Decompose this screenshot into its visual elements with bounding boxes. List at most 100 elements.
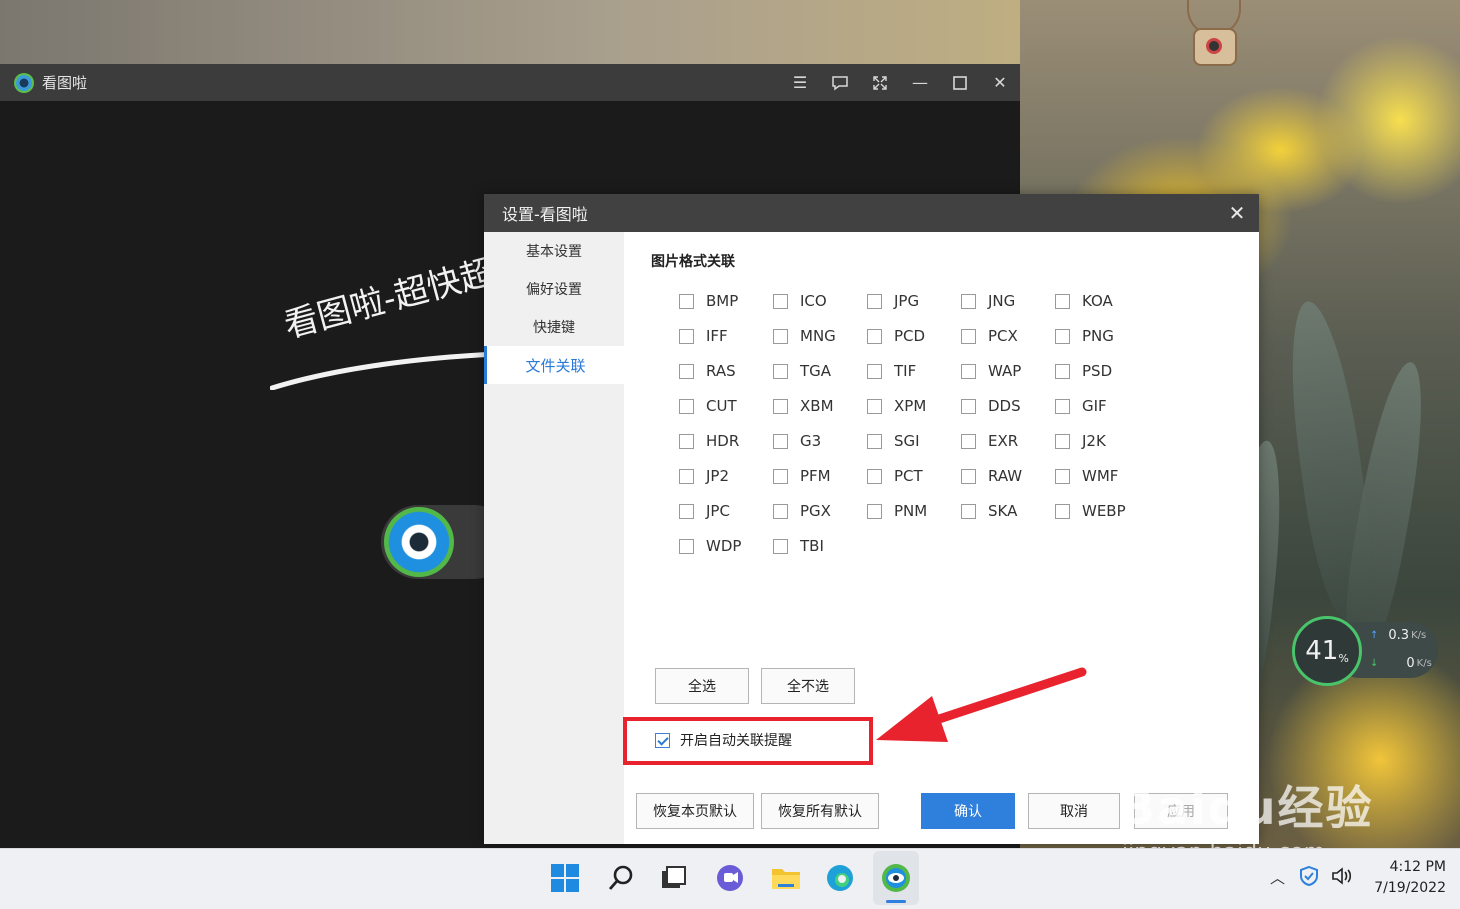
volume-icon[interactable] [1330,865,1354,891]
format-checkbox[interactable] [867,433,882,449]
network-speed-widget[interactable]: 41 % ↑ 0.3 K/s ↓ 0 K/s [1292,616,1438,686]
format-checkbox[interactable] [679,503,694,519]
minimize-icon[interactable]: — [900,64,940,101]
format-option[interactable]: WAP [961,360,1021,382]
format-checkbox[interactable] [961,398,976,414]
format-checkbox[interactable] [867,293,882,309]
format-checkbox[interactable] [679,538,694,554]
format-checkbox[interactable] [961,503,976,519]
file-explorer-icon[interactable] [769,861,803,895]
format-option[interactable]: PNM [867,500,927,522]
format-option[interactable]: JP2 [679,465,729,487]
format-option[interactable]: TGA [773,360,831,382]
security-shield-icon[interactable] [1298,865,1320,891]
chat-icon[interactable] [713,861,747,895]
close-icon[interactable]: ✕ [980,64,1020,101]
format-checkbox[interactable] [961,328,976,344]
format-checkbox[interactable] [679,293,694,309]
format-checkbox[interactable] [867,468,882,484]
format-checkbox[interactable] [961,468,976,484]
format-option[interactable]: KOA [1055,290,1113,312]
format-checkbox[interactable] [773,328,788,344]
format-option[interactable]: ICO [773,290,827,312]
format-checkbox[interactable] [1055,328,1070,344]
format-option[interactable]: G3 [773,430,821,452]
dialog-close-icon[interactable]: ✕ [1215,194,1259,232]
restore-all-default-button[interactable]: 恢复所有默认 [761,793,879,829]
format-option[interactable]: WMF [1055,465,1118,487]
edge-browser-icon[interactable] [823,861,857,895]
format-option[interactable]: BMP [679,290,738,312]
format-option[interactable]: PNG [1055,325,1114,347]
format-checkbox[interactable] [773,538,788,554]
sidebar-item-basic[interactable]: 基本设置 [484,232,624,270]
format-option[interactable]: IFF [679,325,728,347]
format-checkbox[interactable] [1055,433,1070,449]
system-clock[interactable]: 4:12 PM 7/19/2022 [1366,857,1446,899]
restore-page-default-button[interactable]: 恢复本页默认 [636,793,754,829]
format-option[interactable]: PFM [773,465,831,487]
format-checkbox[interactable] [773,293,788,309]
task-view-icon[interactable] [656,861,690,895]
format-checkbox[interactable] [773,468,788,484]
format-option[interactable]: DDS [961,395,1021,417]
format-option[interactable]: CUT [679,395,737,417]
dialog-titlebar[interactable]: 设置-看图啦 ✕ [484,194,1259,232]
format-option[interactable]: JPC [679,500,730,522]
format-checkbox[interactable] [773,433,788,449]
format-checkbox[interactable] [679,468,694,484]
format-checkbox[interactable] [1055,363,1070,379]
format-option[interactable]: PCX [961,325,1018,347]
sidebar-item-file-association[interactable]: 文件关联 [484,346,624,384]
start-icon[interactable] [548,861,582,895]
format-option[interactable]: XPM [867,395,926,417]
format-option[interactable]: JPG [867,290,919,312]
format-checkbox[interactable] [867,503,882,519]
format-checkbox[interactable] [679,433,694,449]
format-checkbox[interactable] [961,433,976,449]
select-none-button[interactable]: 全不选 [761,668,855,704]
format-option[interactable]: HDR [679,430,739,452]
format-checkbox[interactable] [961,293,976,309]
sidebar-item-shortcuts[interactable]: 快捷键 [484,308,624,346]
format-checkbox[interactable] [1055,503,1070,519]
format-option[interactable]: RAS [679,360,736,382]
format-option[interactable]: WDP [679,535,741,557]
format-checkbox[interactable] [1055,398,1070,414]
format-checkbox[interactable] [773,398,788,414]
format-checkbox[interactable] [773,363,788,379]
format-checkbox[interactable] [679,363,694,379]
menu-icon[interactable]: ☰ [780,64,820,101]
format-checkbox[interactable] [1055,293,1070,309]
sidebar-item-preferences[interactable]: 偏好设置 [484,270,624,308]
viewer-titlebar[interactable]: 看图啦 ☰ — ✕ [0,64,1020,101]
format-option[interactable]: TIF [867,360,916,382]
format-checkbox[interactable] [679,328,694,344]
format-option[interactable]: TBI [773,535,824,557]
format-option[interactable]: PSD [1055,360,1112,382]
kantula-app-icon[interactable] [879,861,913,895]
format-option[interactable]: PGX [773,500,831,522]
format-option[interactable]: JNG [961,290,1015,312]
format-option[interactable]: PCT [867,465,923,487]
format-checkbox[interactable] [773,503,788,519]
format-option[interactable]: RAW [961,465,1022,487]
format-option[interactable]: GIF [1055,395,1107,417]
confirm-button[interactable]: 确认 [921,793,1015,829]
format-option[interactable]: SKA [961,500,1017,522]
format-option[interactable]: J2K [1055,430,1106,452]
search-icon[interactable] [604,861,638,895]
format-checkbox[interactable] [1055,468,1070,484]
maximize-icon[interactable] [940,64,980,101]
format-option[interactable]: WEBP [1055,500,1126,522]
format-option[interactable]: MNG [773,325,836,347]
format-checkbox[interactable] [679,398,694,414]
format-checkbox[interactable] [867,328,882,344]
select-all-button[interactable]: 全选 [655,668,749,704]
cancel-button[interactable]: 取消 [1028,793,1120,829]
format-option[interactable]: SGI [867,430,920,452]
format-checkbox[interactable] [867,363,882,379]
format-checkbox[interactable] [867,398,882,414]
format-option[interactable]: PCD [867,325,925,347]
fullscreen-icon[interactable] [860,64,900,101]
